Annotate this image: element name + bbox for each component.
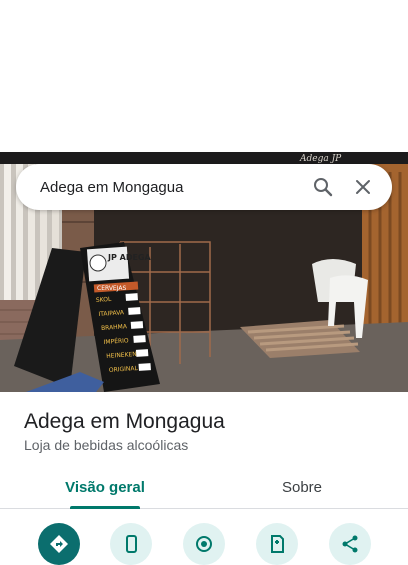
menu-item: SKOL	[96, 296, 113, 304]
action-buttons	[0, 520, 408, 565]
directions-button[interactable]	[38, 523, 80, 565]
sign-text: JP ADEGA	[107, 253, 151, 262]
close-icon[interactable]	[352, 176, 374, 198]
save-icon	[271, 535, 284, 553]
awning-text: Adega JP	[299, 154, 342, 164]
start-button[interactable]	[183, 523, 225, 565]
menu-price-tag	[125, 293, 138, 301]
menu-price-tag	[128, 307, 141, 315]
tab-overview[interactable]: Visão geral	[50, 466, 160, 509]
search-bar[interactable]: Adega em Mongagua	[16, 164, 392, 210]
place-title: Adega em Mongagua	[24, 410, 225, 433]
phone-icon	[126, 535, 137, 553]
tab-bar: Visão geral Sobre	[0, 466, 408, 509]
save-button[interactable]	[256, 523, 298, 565]
search-query[interactable]: Adega em Mongagua	[40, 179, 312, 196]
menu-price-tag	[138, 363, 151, 371]
menu-price-tag	[130, 321, 144, 329]
start-icon	[196, 536, 212, 552]
tab-about[interactable]: Sobre	[248, 466, 356, 508]
menu-price-tag	[135, 349, 149, 357]
share-button[interactable]	[329, 523, 371, 565]
phone-button[interactable]	[110, 523, 152, 565]
search-icon[interactable]	[312, 176, 334, 198]
share-icon	[342, 535, 358, 553]
menu-heading: CERVEJAS	[97, 285, 126, 292]
directions-icon	[50, 535, 68, 553]
place-category: Loja de bebidas alcoólicas	[24, 437, 189, 453]
menu-price-tag	[133, 335, 146, 343]
